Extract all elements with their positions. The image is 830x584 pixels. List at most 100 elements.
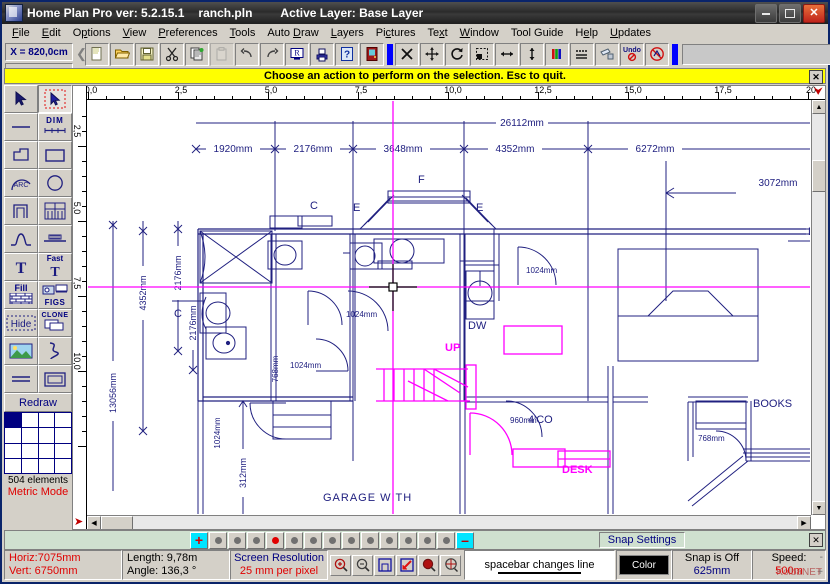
rotate-icon[interactable] xyxy=(445,43,469,66)
horizontal-scrollbar[interactable]: ◀ ▶ xyxy=(87,515,811,529)
scroll-down-button[interactable]: ▼ xyxy=(812,501,826,515)
layer-dot-4-active[interactable] xyxy=(266,532,284,549)
menu-item-help[interactable]: Help xyxy=(569,26,604,40)
polyline-tool[interactable] xyxy=(4,141,38,169)
scroll-up-button[interactable]: ▲ xyxy=(812,100,826,114)
save-disk-icon[interactable] xyxy=(135,43,159,66)
double-line-tool[interactable] xyxy=(4,365,38,393)
menu-item-view[interactable]: View xyxy=(117,26,153,40)
cancel-select-icon[interactable] xyxy=(645,43,669,66)
frame-tool[interactable] xyxy=(38,365,72,393)
scroll-left-button[interactable]: ◀ xyxy=(87,516,101,530)
line-style-preview[interactable]: spacebar changes line xyxy=(464,550,615,580)
menu-item-preferences[interactable]: Preferences xyxy=(152,26,223,40)
scroll-right-button[interactable]: ▶ xyxy=(797,516,811,530)
menu-item-pictures[interactable]: Pictures xyxy=(370,26,422,40)
move-icon[interactable] xyxy=(420,43,444,66)
color-swatch[interactable] xyxy=(55,459,71,473)
zoom-in-icon[interactable] xyxy=(330,555,351,576)
figures-tool[interactable]: FIGS xyxy=(38,281,72,309)
layer-dot-10[interactable] xyxy=(380,532,398,549)
select-area-icon[interactable] xyxy=(470,43,494,66)
marquee-select-tool[interactable] xyxy=(38,85,72,113)
color-swatch[interactable] xyxy=(39,413,55,427)
layer-dot-8[interactable] xyxy=(342,532,360,549)
color-swatch[interactable] xyxy=(5,459,21,473)
wall-tool[interactable] xyxy=(4,197,38,225)
layer-dot-1[interactable] xyxy=(209,532,227,549)
menu-item-auto-draw[interactable]: Auto Draw xyxy=(261,26,324,40)
paint-spray-icon[interactable] xyxy=(595,43,619,66)
menu-item-tool-guide[interactable]: Tool Guide xyxy=(505,26,570,40)
line-tool[interactable] xyxy=(4,113,38,141)
circle-tool[interactable] xyxy=(38,169,72,197)
maximize-button[interactable] xyxy=(779,4,801,23)
color-swatch[interactable] xyxy=(5,428,21,442)
freehand-tool[interactable] xyxy=(38,337,72,365)
pan-down-arrow-icon[interactable]: ⮟ xyxy=(814,87,823,98)
color-swatch[interactable] xyxy=(55,444,71,458)
undo-arrow-icon[interactable] xyxy=(235,43,259,66)
redraw-button[interactable]: Redraw xyxy=(4,393,72,412)
dimension-tool[interactable]: DIM xyxy=(38,113,72,141)
picture-tool[interactable] xyxy=(4,337,38,365)
add-layer-button[interactable]: + xyxy=(190,532,208,549)
zoom-previous-icon[interactable] xyxy=(418,555,439,576)
zoom-out-icon[interactable] xyxy=(352,555,373,576)
line-style-icon[interactable] xyxy=(570,43,594,66)
remove-layer-button[interactable]: – xyxy=(456,532,474,549)
color-swatch[interactable] xyxy=(39,444,55,458)
drawing-canvas[interactable]: 0,0 2,5 5,0 7,5 10,0 12,5 15,0 17,5 20 xyxy=(72,85,826,530)
delete-x-icon[interactable] xyxy=(395,43,419,66)
print-icon[interactable] xyxy=(310,43,334,66)
zoom-all-icon[interactable] xyxy=(440,555,461,576)
new-file-icon[interactable] xyxy=(85,43,109,66)
register-icon[interactable]: R xyxy=(285,43,309,66)
vertical-scroll-thumb[interactable] xyxy=(812,160,826,192)
zoom-window-icon[interactable] xyxy=(396,555,417,576)
copy-icon[interactable] xyxy=(185,43,209,66)
floor-plan-drawing[interactable]: 26112mm 1920mm xyxy=(88,101,810,514)
speed-box[interactable]: Speed: 500m - + xyxy=(752,550,826,580)
window-tool[interactable] xyxy=(38,197,72,225)
color-swatch[interactable] xyxy=(39,459,55,473)
snap-settings-button[interactable]: Snap Settings xyxy=(599,532,686,548)
color-swatch[interactable] xyxy=(55,413,71,427)
color-swatch[interactable] xyxy=(22,459,38,473)
menu-item-file[interactable]: File xyxy=(6,26,36,40)
zoom-fit-icon[interactable] xyxy=(374,555,395,576)
color-swatch[interactable] xyxy=(22,428,38,442)
pointer-select-tool[interactable] xyxy=(4,85,38,113)
color-bars-icon[interactable] xyxy=(545,43,569,66)
color-button[interactable]: Color xyxy=(619,555,669,575)
close-button[interactable]: ✕ xyxy=(803,4,825,23)
mirror-vertical-icon[interactable] xyxy=(520,43,544,66)
layer-dot-7[interactable] xyxy=(323,532,341,549)
open-folder-icon[interactable] xyxy=(110,43,134,66)
rectangle-tool[interactable] xyxy=(38,141,72,169)
horizontal-scroll-thumb[interactable] xyxy=(101,516,133,530)
speed-decrease-icon[interactable]: - xyxy=(820,552,823,563)
beam-tool[interactable] xyxy=(38,225,72,253)
color-swatch[interactable] xyxy=(39,428,55,442)
curve-tool[interactable] xyxy=(4,225,38,253)
paste-icon[interactable] xyxy=(210,43,234,66)
color-swatch[interactable] xyxy=(55,428,71,442)
door-icon[interactable] xyxy=(360,43,384,66)
vertical-scrollbar[interactable]: ▲ ▼ xyxy=(811,100,825,515)
layer-dot-3[interactable] xyxy=(247,532,265,549)
mirror-horizontal-icon[interactable] xyxy=(495,43,519,66)
prompt-close-icon[interactable]: ✕ xyxy=(809,70,823,84)
hide-tool[interactable]: Hide xyxy=(4,309,38,337)
layer-dot-6[interactable] xyxy=(304,532,322,549)
menu-item-text[interactable]: Text xyxy=(421,26,453,40)
redo-arrow-icon[interactable] xyxy=(260,43,284,66)
menu-item-window[interactable]: Window xyxy=(454,26,505,40)
layer-dot-13[interactable] xyxy=(437,532,455,549)
menu-item-edit[interactable]: Edit xyxy=(36,26,67,40)
menu-item-tools[interactable]: Tools xyxy=(224,26,262,40)
color-swatch[interactable] xyxy=(22,444,38,458)
clone-tool[interactable]: CLONE xyxy=(38,309,72,337)
palette-strip-close-icon[interactable]: ✕ xyxy=(809,533,823,547)
text-tool[interactable]: T xyxy=(4,253,38,281)
